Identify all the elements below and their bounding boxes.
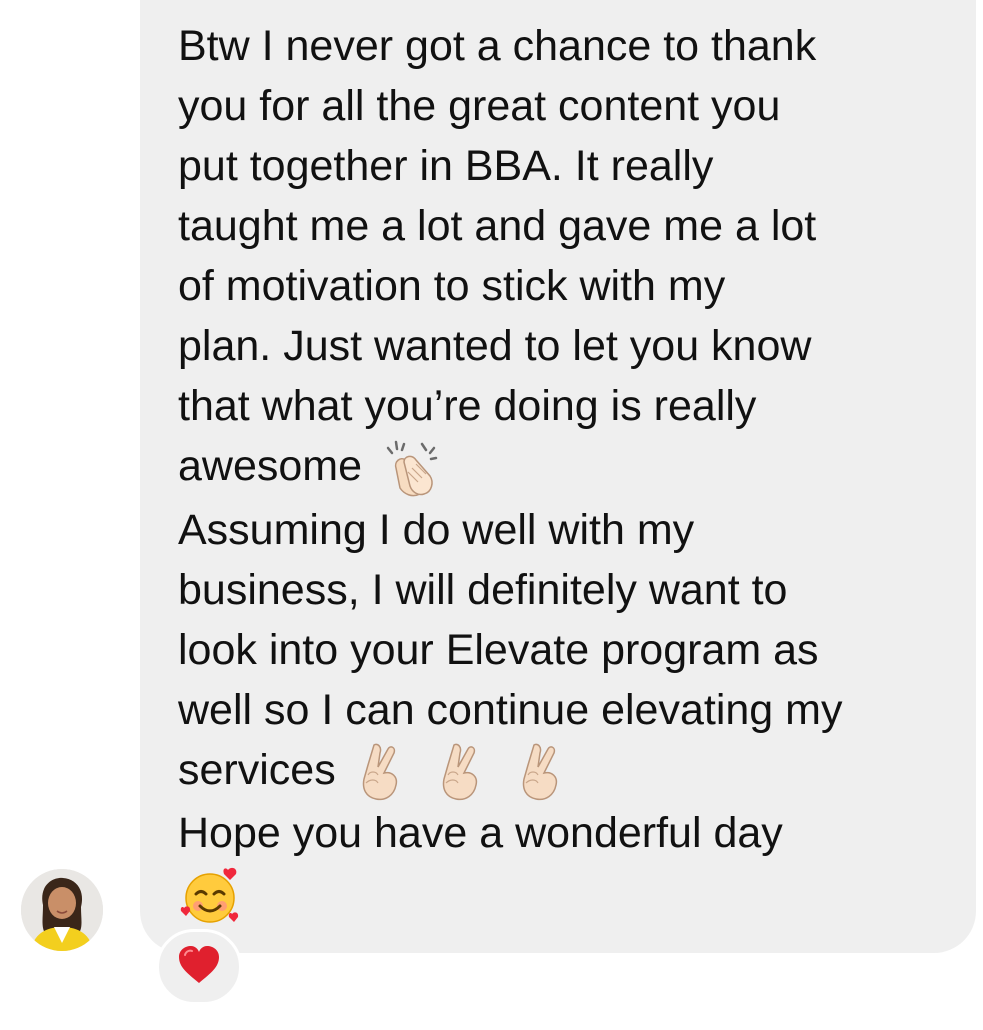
message-line: business, I will definitely want to: [178, 565, 788, 614]
red-heart-icon: [177, 945, 221, 990]
message-line: well so I can continue elevating my: [178, 685, 843, 734]
crossed-fingers-icon: [516, 741, 562, 803]
smiling-face-with-hearts-icon: [178, 864, 242, 928]
message-line: that what you’re doing is really: [178, 382, 757, 430]
message-line: look into your Elevate program as: [178, 625, 819, 674]
crossed-fingers-icon: [356, 741, 402, 803]
clapping-hands-icon: [382, 438, 444, 500]
message-line: Btw I never got a chance to thank: [178, 22, 817, 70]
message-line-text: services: [178, 745, 336, 794]
crossed-fingers-icon: [436, 741, 482, 803]
message-bubble[interactable]: Btw I never got a chance to thank you fo…: [140, 0, 976, 953]
message-line: plan. Just wanted to let you know: [178, 322, 812, 370]
sender-avatar[interactable]: [21, 869, 103, 951]
message-line: you for all the great content you: [178, 82, 781, 130]
message-line: Assuming I do well with my: [178, 505, 695, 554]
message-line-emoji-only: [178, 863, 936, 929]
message-line-with-emoji: awesome: [178, 436, 936, 500]
message-line: Hope you have a wonderful day: [178, 809, 783, 858]
heart-reaction[interactable]: [156, 929, 242, 1005]
message-line: put together in BBA. It really: [178, 142, 714, 190]
message-line-with-emoji: services: [178, 740, 936, 804]
message-line: of motivation to stick with my: [178, 262, 726, 310]
message-line-text: awesome: [178, 442, 363, 490]
message-line: taught me a lot and gave me a lot: [178, 202, 817, 250]
